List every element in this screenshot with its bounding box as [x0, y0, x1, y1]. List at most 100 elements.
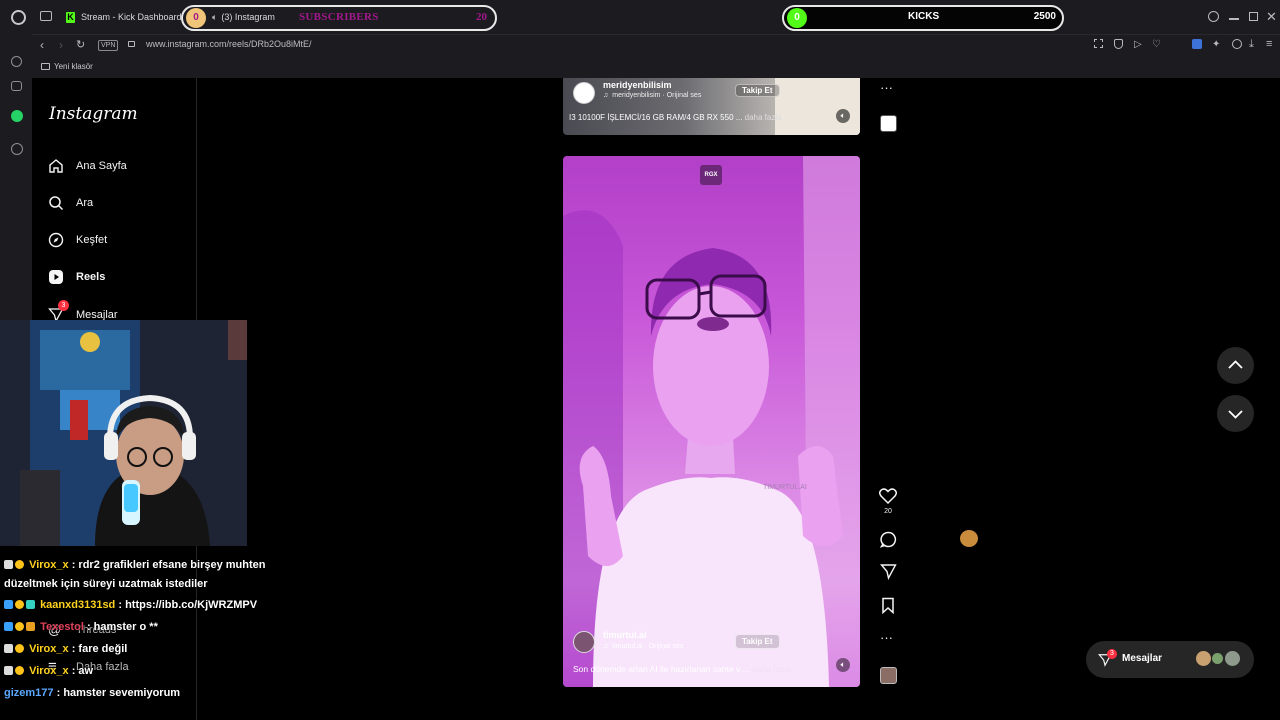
reel-audio[interactable]: ♫ timurtul.ai · Orijinal ses [603, 643, 683, 650]
like-icon[interactable] [879, 488, 897, 504]
reel-current[interactable]: RGX TIMURTUL.AI timurtul.ai ♫ timurtul.ai… [563, 156, 860, 687]
reel-caption[interactable]: Son dönemde artan AI ile hazırlanan saht… [573, 664, 791, 674]
previous-reel-button[interactable] [1217, 347, 1254, 384]
badge-icon [15, 622, 24, 631]
download-icon[interactable]: ⤓ [1249, 37, 1254, 51]
badge-icon [15, 666, 24, 675]
messages-badge: 3 [58, 300, 69, 311]
bookmark-folder[interactable]: Yeni klasör [41, 62, 93, 71]
avatar [1225, 651, 1240, 666]
reel-caption-text: Son dönemde artan AI ile hazırlanan saht… [573, 664, 750, 674]
chevron-down-icon [1228, 410, 1243, 419]
mute-icon[interactable]: 🔈︎ [836, 109, 850, 123]
tab-overview-icon[interactable] [40, 11, 52, 21]
close-icon[interactable]: ✕ [1266, 10, 1277, 24]
badge-icon [4, 600, 13, 609]
account-icon[interactable] [1232, 39, 1242, 49]
shield-icon[interactable] [1114, 39, 1123, 49]
badge-icon [4, 666, 13, 675]
hamster-emote [960, 530, 978, 547]
chat-message: Texestol : hamster o ** [4, 621, 158, 633]
chat-text: : rdr2 grafikleri efsane birşey muhten [71, 559, 266, 571]
avatar[interactable] [573, 631, 595, 653]
nav-explore-label: Keşfet [76, 234, 108, 246]
browser-tab-bar: K Stream - Kick Dashboard 🔈︎ (3) Instagram… [0, 0, 1280, 34]
reel-video-frame [563, 156, 860, 687]
play-icon[interactable]: ▷ [1134, 38, 1142, 52]
avatar [1196, 651, 1211, 666]
chat-message: Virox_x : fare değil [4, 643, 127, 655]
music-note-icon: ♫ [603, 643, 609, 650]
tab-kick-dashboard[interactable]: K Stream - Kick Dashboard [66, 10, 182, 24]
follow-button[interactable]: Takip Et [735, 634, 780, 649]
reel-more-link[interactable]: daha fazla [745, 113, 782, 122]
search-icon[interactable] [1208, 11, 1219, 22]
chat-text: : hamster o ** [86, 621, 158, 633]
chat-username[interactable]: Virox_x [29, 643, 69, 655]
reel-username[interactable]: timurtul.ai [603, 630, 647, 640]
more-options-icon[interactable]: ··· [880, 80, 893, 95]
avatar[interactable] [573, 82, 595, 104]
reel-username[interactable]: meridyenbilisim [603, 80, 672, 90]
restore-icon[interactable] [1249, 12, 1258, 21]
more-options-icon[interactable]: ··· [880, 630, 893, 645]
vpn-badge[interactable]: VPN [98, 40, 119, 51]
robot-icon[interactable] [11, 81, 22, 91]
snapshot-icon[interactable] [1094, 39, 1103, 48]
kicks-goal: 2500 [1033, 11, 1056, 22]
kicks-goal-bar: 0 KICKS 2500 [782, 5, 1064, 31]
audio-thumbnail[interactable] [880, 115, 897, 132]
nav-search-label: Ara [76, 197, 94, 209]
comment-icon[interactable] [880, 531, 897, 548]
address-bar: ‹ › ↻ VPN www.instagram.com/reels/DRb2Ou… [32, 34, 1280, 56]
webcam-feed [0, 320, 247, 546]
reel-more-link[interactable]: daha fazla [752, 664, 791, 674]
chat-username[interactable]: gizem177 [4, 687, 54, 699]
back-icon[interactable]: ‹ [40, 38, 44, 52]
search-icon [49, 196, 64, 211]
badge-icon [4, 560, 13, 569]
subscribers-goal: 20 [476, 11, 487, 23]
chat-text: : fare değil [71, 643, 128, 655]
chat-text: : hamster sevemiyorum [56, 687, 181, 699]
compass-icon [48, 232, 64, 248]
opera-logo-icon[interactable] [11, 10, 26, 25]
chat-username[interactable]: kaanxd3131sd [40, 599, 115, 611]
clock-icon[interactable] [11, 143, 23, 155]
mute-icon[interactable]: 🔈︎ [836, 658, 850, 672]
share-icon[interactable] [880, 563, 897, 580]
chat-message: gizem177 : hamster sevemiyorum [4, 687, 180, 699]
chat-username[interactable]: Virox_x [29, 665, 69, 677]
like-count: 20 [884, 508, 892, 515]
instagram-logo[interactable]: Instagram [49, 104, 138, 124]
whatsapp-icon[interactable] [11, 110, 23, 122]
home-icon [49, 159, 63, 173]
messages-dock[interactable]: 3 Mesajlar [1086, 641, 1254, 678]
reel-previous[interactable]: meridyenbilisim ♫ meridyenbilisim · Oriji… [563, 78, 860, 135]
next-reel-button[interactable] [1217, 395, 1254, 432]
nav-reels-label: Reels [76, 271, 106, 283]
extensions-icon[interactable]: ✦ [1212, 38, 1220, 52]
forward-icon[interactable]: › [59, 38, 63, 52]
audio-thumbnail[interactable] [880, 667, 897, 684]
nav-home-label: Ana Sayfa [76, 160, 127, 172]
kicks-current: 0 [787, 8, 807, 28]
reload-icon[interactable]: ↻ [76, 38, 85, 52]
badge-icon [26, 622, 35, 631]
reel-audio[interactable]: ♫ meridyenbilisim · Orijinal ses [603, 92, 701, 99]
chat-message: Virox_x : rdr2 grafikleri efsane birşey … [4, 559, 265, 571]
badge-icon [15, 560, 24, 569]
url-field[interactable]: www.instagram.com/reels/DRb2Ou8iMtE/ [146, 39, 312, 49]
menu-icon[interactable]: ≡ [1266, 37, 1272, 51]
heart-icon[interactable]: ♡ [1152, 38, 1161, 52]
save-icon[interactable] [881, 597, 895, 614]
history-icon[interactable] [11, 56, 22, 67]
chat-username[interactable]: Virox_x [29, 559, 69, 571]
translate-icon[interactable] [1192, 39, 1202, 49]
reel-caption[interactable]: I3 10100F İŞLEMCİ/16 GB RAM/4 GB RX 550 … [569, 113, 782, 122]
browser-sidebar [0, 34, 32, 324]
badge-icon [4, 644, 13, 653]
minimize-icon[interactable] [1229, 18, 1239, 20]
chat-username[interactable]: Texestol [40, 621, 84, 633]
follow-button[interactable]: Takip Et [735, 84, 780, 97]
